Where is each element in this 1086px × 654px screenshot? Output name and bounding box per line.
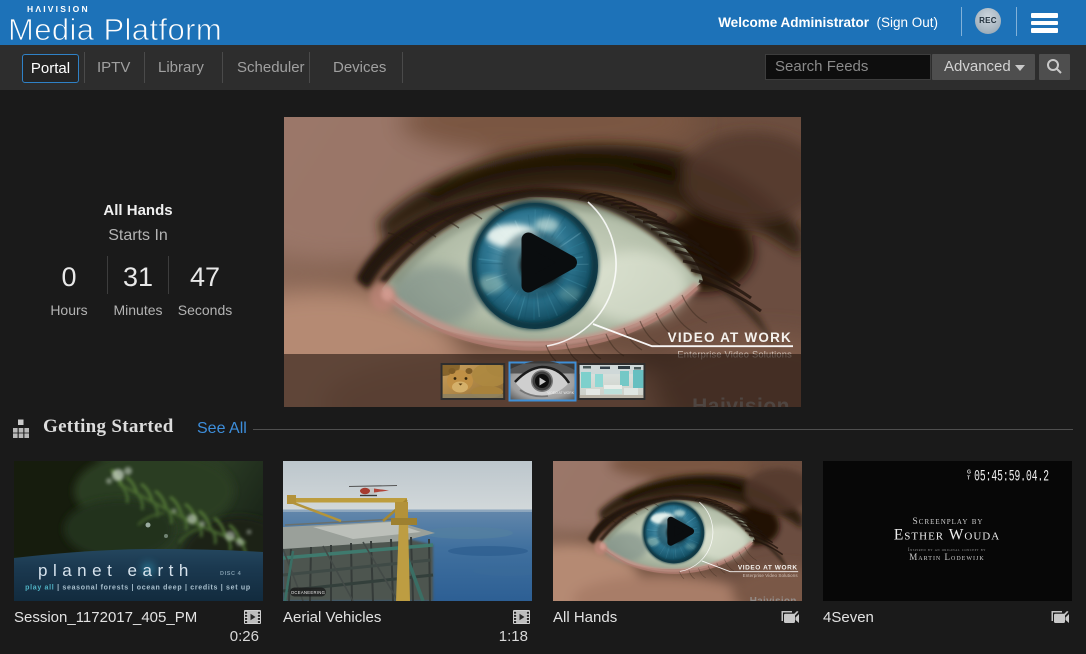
svg-text:VIDEO AT WORK: VIDEO AT WORK bbox=[547, 391, 575, 395]
svg-text:play all | seasonal forests: play all | seasonal forests | ocean deep… bbox=[25, 585, 251, 592]
svg-text:Martin Lodewijk: Martin Lodewijk bbox=[909, 552, 984, 562]
svg-text:05:45:59.04.2: 05:45:59.04.2 bbox=[974, 467, 1049, 485]
svg-text:DISC 4: DISC 4 bbox=[220, 571, 242, 577]
svg-text:planet earth: planet earth bbox=[38, 561, 194, 580]
svg-text:Screenplay by: Screenplay by bbox=[913, 517, 984, 527]
svg-text:OCEANEERING: OCEANEERING bbox=[291, 590, 325, 595]
svg-text:VIDEO AT WORK: VIDEO AT WORK bbox=[668, 330, 792, 345]
svg-text:Esther Wouda: Esther Wouda bbox=[894, 527, 1000, 544]
